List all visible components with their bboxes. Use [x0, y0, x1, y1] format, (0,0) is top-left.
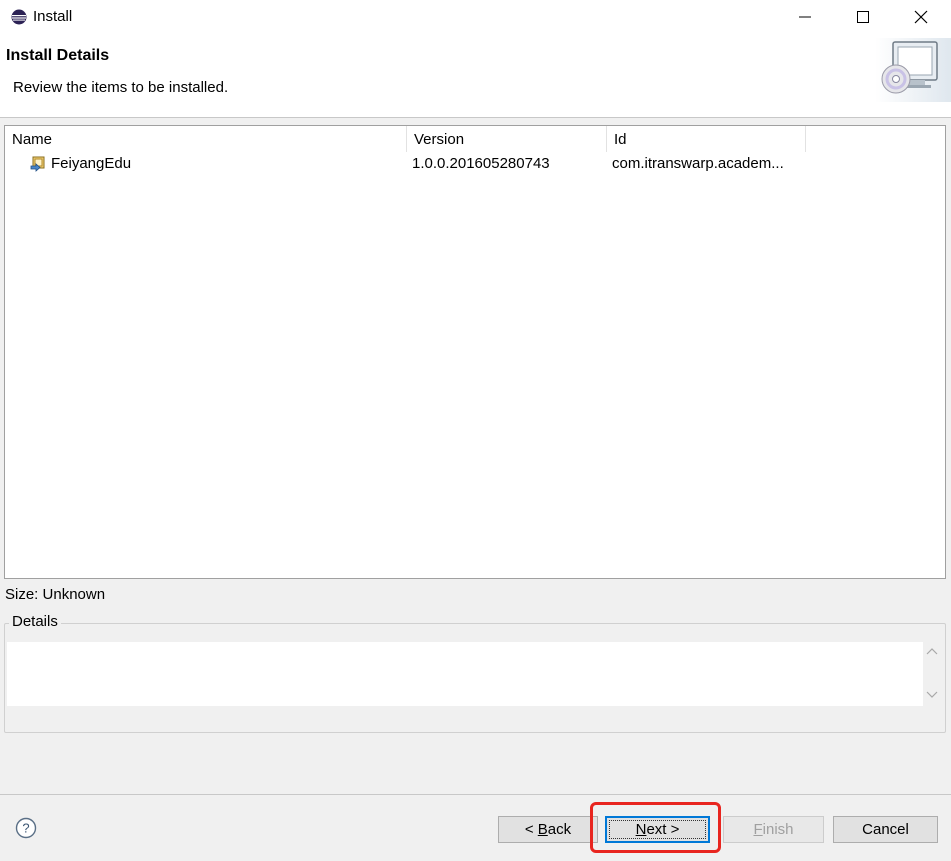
- minimize-button[interactable]: [776, 0, 834, 34]
- install-items-table[interactable]: Name Version Id FeiyangEdu 1.0.0.2016052…: [4, 125, 946, 579]
- title-bar: Install: [0, 0, 951, 34]
- item-id: com.itranswarp.academ...: [612, 155, 784, 172]
- cancel-button[interactable]: Cancel: [833, 816, 938, 843]
- back-label-rest: ack: [547, 821, 572, 838]
- finish-mnemonic: F: [753, 821, 763, 838]
- finish-button[interactable]: Finish: [723, 816, 824, 843]
- table-header: Name Version Id: [5, 126, 945, 152]
- svg-text:?: ?: [22, 821, 29, 836]
- table-row[interactable]: FeiyangEdu 1.0.0.201605280743 com.itrans…: [5, 152, 945, 176]
- page-description: Review the items to be installed.: [13, 79, 229, 96]
- column-header-version[interactable]: Version: [407, 126, 607, 152]
- wizard-header: Install Details Review the items to be i…: [0, 34, 951, 118]
- item-name: FeiyangEdu: [51, 155, 132, 172]
- scroll-down-icon[interactable]: [925, 688, 939, 700]
- column-header-id[interactable]: Id: [607, 126, 806, 152]
- close-icon: [914, 10, 928, 24]
- back-button[interactable]: < Back: [498, 816, 598, 843]
- back-prefix: <: [524, 821, 538, 838]
- page-title: Install Details: [6, 47, 110, 64]
- scroll-up-icon[interactable]: [925, 646, 939, 658]
- footer-separator: [0, 794, 951, 795]
- eclipse-icon: [11, 9, 27, 25]
- close-button[interactable]: [892, 0, 950, 34]
- finish-label-rest: inish: [762, 821, 794, 838]
- details-text-area[interactable]: [7, 642, 923, 706]
- size-label: Size: Unknown: [5, 586, 106, 603]
- install-wizard-icon: [875, 38, 951, 102]
- details-legend: Details: [9, 613, 61, 630]
- next-button-highlight: [590, 802, 721, 853]
- maximize-button[interactable]: [834, 0, 892, 34]
- back-mnemonic: B: [537, 821, 548, 838]
- help-icon[interactable]: ?: [15, 817, 37, 839]
- maximize-icon: [857, 11, 869, 23]
- item-version: 1.0.0.201605280743: [412, 155, 550, 172]
- window-title: Install: [33, 8, 73, 25]
- minimize-icon: [799, 16, 811, 18]
- column-header-name[interactable]: Name: [5, 126, 407, 152]
- feature-icon: [30, 156, 45, 172]
